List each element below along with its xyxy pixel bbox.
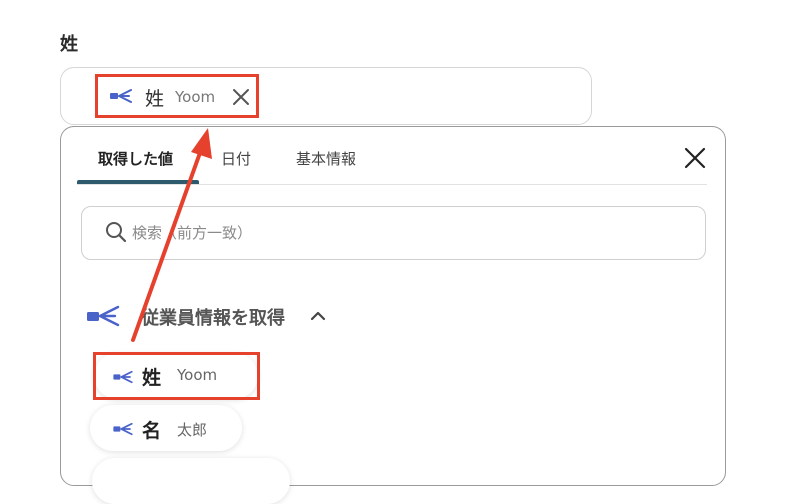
chevron-up-icon[interactable]	[308, 306, 328, 326]
yoom-logo-icon	[87, 305, 120, 327]
tab-acquired-values[interactable]: 取得した値	[98, 148, 173, 169]
close-icon[interactable]	[683, 146, 707, 170]
search-input[interactable]	[132, 220, 672, 246]
option-name: 名	[142, 420, 162, 442]
yoom-logo-icon	[110, 89, 132, 103]
tab-date[interactable]: 日付	[221, 148, 251, 169]
list-item[interactable]	[92, 458, 290, 504]
option-value: Yoom	[177, 366, 218, 384]
option-name: 姓	[142, 367, 162, 389]
tab-basic-info[interactable]: 基本情報	[296, 148, 356, 169]
yoom-logo-icon	[113, 370, 133, 384]
field-label: 姓	[60, 34, 78, 55]
chip-value: Yoom	[175, 88, 216, 106]
section-title: 従業員情報を取得	[141, 308, 285, 329]
search-icon	[106, 222, 127, 243]
tab-divider	[77, 184, 707, 185]
yoom-logo-icon	[113, 422, 133, 436]
close-icon[interactable]	[230, 86, 252, 108]
chip-name: 姓	[145, 88, 165, 110]
option-value: 太郎	[177, 421, 208, 439]
